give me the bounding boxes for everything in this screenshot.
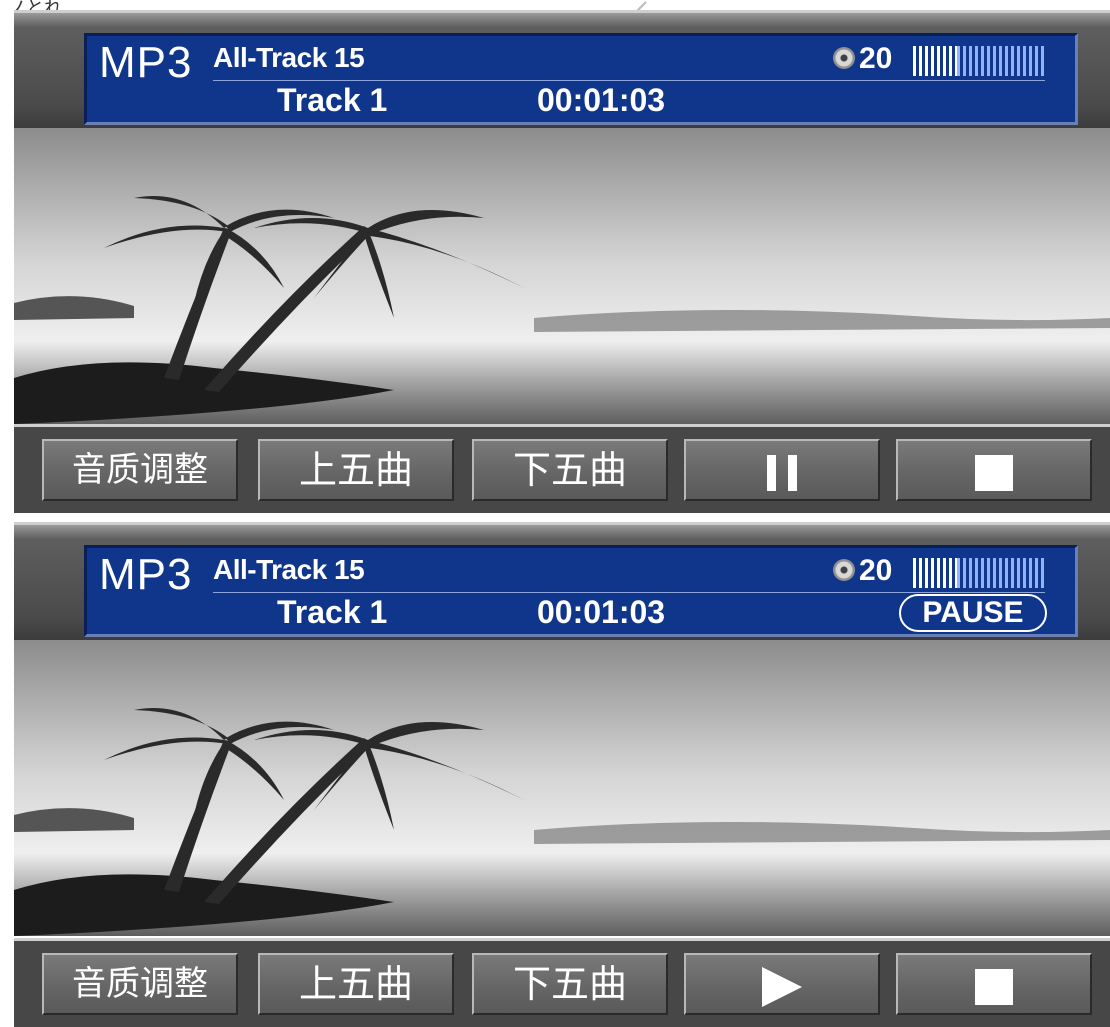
track-summary: All-Track 15 xyxy=(213,554,365,585)
player-panel-playing: MP3 All-Track 15 Track 1 00:01:03 20 音质调… xyxy=(0,10,1110,513)
display-bezel: MP3 All-Track 15 Track 1 00:01:03 20 PAU… xyxy=(14,522,1110,643)
lcd-divider xyxy=(213,592,1045,593)
pause-button[interactable] xyxy=(684,439,880,501)
stop-button[interactable] xyxy=(896,953,1092,1015)
lcd-display: MP3 All-Track 15 Track 1 00:01:03 20 xyxy=(84,33,1078,125)
previous-five-button[interactable]: 上五曲 xyxy=(258,439,454,501)
volume-bar xyxy=(913,46,1045,76)
current-track: Track 1 xyxy=(277,594,388,630)
display-bezel: MP3 All-Track 15 Track 1 00:01:03 20 xyxy=(14,10,1110,131)
control-button-bar: 音质调整 上五曲 下五曲 xyxy=(14,938,1110,1027)
sound-quality-button[interactable]: 音质调整 xyxy=(42,439,238,501)
play-icon xyxy=(762,966,802,1007)
beach-wallpaper-image xyxy=(14,640,1110,936)
pause-icon xyxy=(767,454,797,491)
current-track: Track 1 xyxy=(277,82,388,118)
stop-icon xyxy=(975,454,1013,491)
disc-icon xyxy=(833,47,855,69)
stop-icon xyxy=(975,968,1013,1005)
control-button-bar: 音质调整 上五曲 下五曲 xyxy=(14,424,1110,513)
elapsed-time: 00:01:03 xyxy=(537,594,666,630)
volume-bar-empty xyxy=(957,46,1045,76)
lcd-divider xyxy=(213,80,1045,81)
track-summary: All-Track 15 xyxy=(213,42,365,73)
format-label: MP3 xyxy=(99,550,193,599)
volume-value: 20 xyxy=(859,554,893,587)
disc-icon xyxy=(833,559,855,581)
next-five-button[interactable]: 下五曲 xyxy=(472,439,668,501)
stop-button[interactable] xyxy=(896,439,1092,501)
play-button[interactable] xyxy=(684,953,880,1015)
pause-status-badge: PAUSE xyxy=(899,594,1047,632)
volume-bar xyxy=(913,558,1045,588)
previous-five-button[interactable]: 上五曲 xyxy=(258,953,454,1015)
beach-wallpaper-image xyxy=(14,128,1110,424)
elapsed-time: 00:01:03 xyxy=(537,82,666,118)
volume-bar-empty xyxy=(957,558,1045,588)
lcd-display: MP3 All-Track 15 Track 1 00:01:03 20 PAU… xyxy=(84,545,1078,637)
sound-quality-button[interactable]: 音质调整 xyxy=(42,953,238,1015)
player-panel-paused: MP3 All-Track 15 Track 1 00:01:03 20 PAU… xyxy=(0,522,1110,1027)
next-five-button[interactable]: 下五曲 xyxy=(472,953,668,1015)
volume-value: 20 xyxy=(859,42,893,75)
format-label: MP3 xyxy=(99,38,193,87)
